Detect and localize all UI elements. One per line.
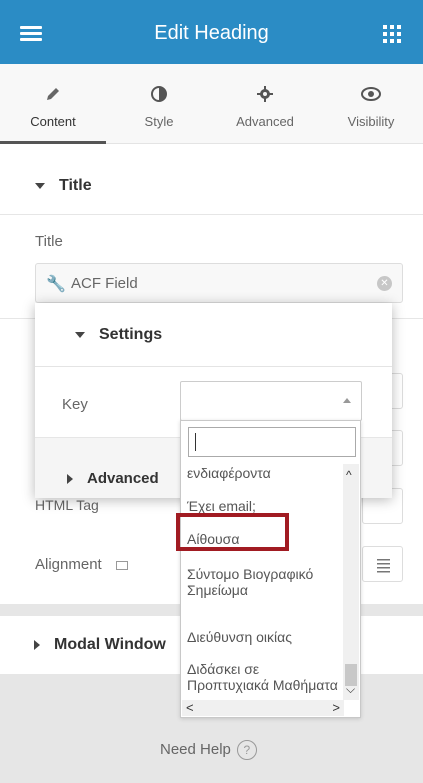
chevron-left-icon[interactable]: < (186, 700, 194, 715)
settings-section-toggle[interactable]: Settings (35, 303, 392, 367)
eye-icon (318, 84, 423, 104)
contrast-icon (106, 84, 212, 104)
tab-label: Visibility (347, 114, 395, 129)
key-label: Key (62, 396, 88, 413)
dropdown-option[interactable]: ενδιαφέροντα (187, 465, 342, 481)
text-cursor (195, 433, 196, 451)
clear-icon[interactable]: ✕ (377, 276, 392, 291)
section-heading: Title (59, 177, 92, 194)
tab-advanced[interactable]: Advanced (212, 64, 318, 144)
tab-style[interactable]: Style (106, 64, 212, 144)
dropdown-option[interactable]: Διεύθυνση οικίας (187, 629, 342, 645)
dropdown-option[interactable]: Σύντομο Βιογραφικό Σημείωμα (187, 566, 342, 598)
chevron-right-icon[interactable]: > (332, 700, 340, 715)
chevron-down-icon[interactable]: ⌵ (346, 682, 355, 697)
advanced-heading: Advanced (87, 470, 159, 487)
divider (0, 214, 423, 215)
acf-field-text: ACF Field (71, 275, 138, 292)
align-justify-button[interactable] (362, 546, 403, 582)
tab-content[interactable]: Content (0, 64, 106, 144)
settings-heading: Settings (99, 326, 163, 343)
top-bar: Edit Heading (0, 0, 423, 64)
question-icon: ? (236, 740, 257, 760)
wrench-icon: 🔧 (46, 276, 66, 293)
align-justify-icon (377, 559, 390, 573)
caret-down-icon (75, 331, 85, 338)
acf-field-tag[interactable]: 🔧 ACF Field ✕ (35, 263, 403, 303)
dropdown-option[interactable]: Διδάσκει σε Προπτυχιακά Μαθήματα (187, 661, 342, 693)
alignment-label: Alignment (35, 556, 128, 573)
highlight-box (176, 513, 289, 551)
section-heading: Modal Window (54, 636, 166, 653)
panel-title: Edit Heading (154, 22, 269, 44)
monitor-icon (115, 560, 128, 570)
chevron-up-icon[interactable]: ^ (346, 468, 352, 482)
gear-icon (212, 84, 318, 104)
tab-visibility[interactable]: Visibility (318, 64, 423, 144)
grid-icon[interactable] (383, 25, 401, 43)
tab-label: Content (30, 114, 76, 129)
tab-label: Advanced (236, 114, 294, 129)
tab-bar: Content Style Advanced Visibility (0, 64, 423, 144)
chevron-up-icon (343, 398, 351, 403)
tab-label: Style (144, 114, 174, 129)
key-dropdown: ενδιαφέροντα Έχει email; Αίθουσα Σύντομο… (180, 420, 361, 718)
pencil-icon (0, 84, 106, 104)
advanced-section-toggle[interactable]: Advanced (67, 470, 159, 487)
dropdown-search-input[interactable] (188, 427, 356, 457)
caret-right-icon (34, 639, 40, 650)
html-tag-label: HTML Tag (35, 497, 99, 513)
dropdown-option[interactable]: Έχει email; (187, 498, 342, 514)
need-help-link[interactable]: Need Help? (160, 740, 257, 760)
title-field-label: Title (35, 233, 63, 250)
caret-right-icon (67, 474, 73, 485)
title-section-toggle[interactable]: Title (35, 177, 92, 195)
vertical-scrollbar[interactable]: ^ ⌵ (343, 464, 359, 700)
horizontal-scrollbar[interactable]: < > (182, 700, 344, 716)
caret-down-icon (35, 182, 45, 189)
key-select[interactable] (180, 381, 362, 421)
help-label: Need Help (160, 741, 231, 758)
